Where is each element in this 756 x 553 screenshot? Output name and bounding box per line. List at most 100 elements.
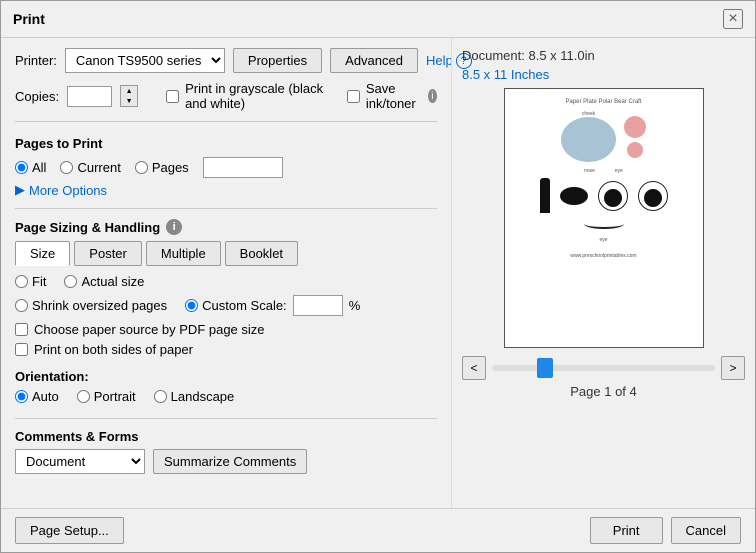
bottom-bar: Page Setup... Print Cancel [1,508,755,552]
printer-row: Printer: Canon TS9500 series Properties … [15,48,437,73]
auto-radio[interactable] [15,390,28,403]
current-label: Current [77,160,120,175]
pages-radio-label[interactable]: Pages [135,160,189,175]
copies-down-button[interactable]: ▼ [121,96,137,106]
eye-circle-right [598,181,628,211]
summarize-button[interactable]: Summarize Comments [153,449,307,474]
dialog-title: Print [13,11,45,27]
all-radio[interactable] [15,161,28,174]
save-ink-label: Save ink/toner [366,81,422,111]
print-both-label: Print on both sides of paper [34,342,193,357]
pages-radio[interactable] [135,161,148,174]
preview-box: Paper Plate Polar Bear Craft cheek [504,88,704,348]
comments-select[interactable]: Document [15,449,145,474]
cancel-button[interactable]: Cancel [671,517,741,544]
copies-up-button[interactable]: ▲ [121,86,137,96]
pages-label: Pages [152,160,189,175]
actual-size-radio-label[interactable]: Actual size [64,274,144,289]
slider-thumb[interactable] [537,358,553,378]
booklet-tab[interactable]: Booklet [225,241,298,266]
page-slider[interactable] [492,365,715,371]
orientation-section: Orientation: Auto Portrait Landscape [15,369,437,404]
all-radio-label[interactable]: All [15,160,46,175]
page-setup-button[interactable]: Page Setup... [15,517,124,544]
nose-shape [560,187,588,205]
antler-left [540,178,550,213]
divider-3 [15,418,437,419]
pages-section-title: Pages to Print [15,136,437,151]
help-text: Help [426,53,453,68]
choose-paper-checkbox[interactable] [15,323,28,336]
current-radio-label[interactable]: Current [60,160,120,175]
more-options-label: More Options [29,183,107,198]
divider-1 [15,121,437,122]
document-info-label: Document: 8.5 x 11.0in [462,48,595,63]
actual-size-radio[interactable] [64,275,77,288]
auto-radio-label[interactable]: Auto [15,389,59,404]
main-content: Printer: Canon TS9500 series Properties … [1,38,755,508]
eye-pupil-left [644,189,662,207]
divider-2 [15,208,437,209]
custom-scale-radio-label[interactable]: Custom Scale: [185,298,287,313]
copies-spinner: ▲ ▼ [120,85,138,107]
choose-paper-label: Choose paper source by PDF page size [34,322,265,337]
close-button[interactable]: × [723,9,743,29]
prev-page-button[interactable]: < [462,356,486,380]
printer-select[interactable]: Canon TS9500 series [65,48,225,73]
advanced-button[interactable]: Advanced [330,48,418,73]
sizing-section: Page Sizing & Handling i Size Poster Mul… [15,219,437,357]
preview-title: Paper Plate Polar Bear Craft [565,99,641,105]
printer-label: Printer: [15,53,57,68]
preview-label-row: nose eye [584,168,623,174]
landscape-radio-label[interactable]: Landscape [154,389,235,404]
left-panel: Printer: Canon TS9500 series Properties … [1,38,451,508]
grayscale-label: Print in grayscale (black and white) [185,81,329,111]
title-bar: Print × [1,1,755,38]
current-radio[interactable] [60,161,73,174]
print-button[interactable]: Print [590,517,663,544]
all-label: All [32,160,46,175]
right-panel: Document: 8.5 x 11.0in 8.5 x 11 Inches P… [451,38,755,508]
save-ink-checkbox[interactable] [347,90,360,103]
shrink-radio-label[interactable]: Shrink oversized pages [15,298,167,313]
shrink-radio[interactable] [15,299,28,312]
poster-tab[interactable]: Poster [74,241,142,266]
nose-label: nose [584,168,595,174]
grayscale-checkbox[interactable] [166,90,179,103]
multiple-tab[interactable]: Multiple [146,241,221,266]
sizing-title: Page Sizing & Handling i [15,219,437,235]
fit-radio[interactable] [15,275,28,288]
portrait-radio[interactable] [77,390,90,403]
save-ink-info-icon: i [428,89,437,103]
preview-content: Paper Plate Polar Bear Craft cheek [505,89,703,347]
landscape-radio[interactable] [154,390,167,403]
print-both-checkbox[interactable] [15,343,28,356]
landscape-label: Landscape [171,389,235,404]
sizing-info-icon[interactable]: i [166,219,182,235]
size-tab[interactable]: Size [15,241,70,266]
copies-row: Copies: 1 ▲ ▼ Print in grayscale (black … [15,81,437,111]
actual-size-label: Actual size [81,274,144,289]
auto-label: Auto [32,389,59,404]
mouth-shape [584,219,624,229]
preview-ear-head-row: cheek [561,111,646,162]
custom-scale-label: Custom Scale: [202,298,287,313]
pages-range-input[interactable]: 1 - 4 [203,157,283,178]
comments-title: Comments & Forms [15,429,437,444]
head-oval [561,117,616,162]
custom-scale-radio[interactable] [185,299,198,312]
more-options-link[interactable]: ▶ More Options [15,182,437,198]
copies-input[interactable]: 1 [67,86,112,107]
next-page-button[interactable]: > [721,356,745,380]
right-buttons: Print Cancel [590,517,741,544]
percent-label: % [349,298,361,313]
pages-section: Pages to Print All Current Pages 1 - 4 [15,132,437,198]
fit-radio-label[interactable]: Fit [15,274,46,289]
portrait-radio-label[interactable]: Portrait [77,389,136,404]
print-dialog: Print × Printer: Canon TS9500 series Pro… [0,0,756,553]
custom-scale-input[interactable]: 166 [293,295,343,316]
properties-button[interactable]: Properties [233,48,322,73]
ear-circles [624,116,646,158]
eye-pupil-right [604,189,622,207]
preview-eyes-row [540,178,668,213]
